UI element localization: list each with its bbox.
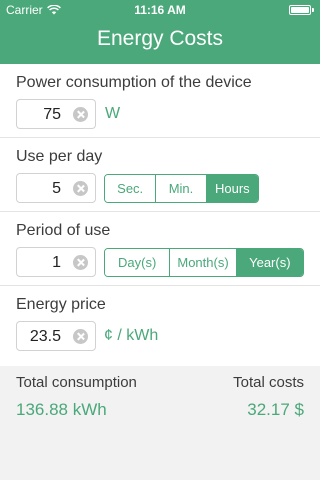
price-label: Energy price <box>16 296 106 313</box>
clear-icon[interactable] <box>73 107 88 122</box>
power-value: 75 <box>43 106 61 123</box>
use-per-day-value: 5 <box>52 180 61 197</box>
total-consumption-label: Total consumption <box>16 374 137 391</box>
period-input[interactable]: 1 <box>16 247 96 277</box>
status-bar: Carrier 11:16 AM <box>0 0 320 20</box>
price-input[interactable]: 23.5 <box>16 321 96 351</box>
segment-seconds[interactable]: Sec. <box>105 175 157 202</box>
period-value: 1 <box>52 254 61 271</box>
period-label: Period of use <box>16 222 111 239</box>
clear-icon[interactable] <box>73 329 88 344</box>
page-title: Energy Costs <box>96 27 224 50</box>
battery-icon <box>289 5 314 15</box>
clear-icon[interactable] <box>73 181 88 196</box>
power-unit: W <box>105 105 121 122</box>
price-section: Energy price 23.5 ¢ / kWh <box>0 286 320 366</box>
use-per-day-input[interactable]: 5 <box>16 173 96 203</box>
power-label: Power consumption of the device <box>16 74 252 91</box>
price-value: 23.5 <box>29 328 61 345</box>
nav-header: Carrier 11:16 AM Energy Costs <box>0 0 320 64</box>
segment-years[interactable]: Year(s) <box>236 249 303 276</box>
results-panel: Total consumption 136.88 kWh Total costs… <box>0 366 320 480</box>
use-per-day-section: Use per day 5 Sec. Min. Hours <box>0 138 320 212</box>
time-unit-segmented-control: Sec. Min. Hours <box>104 174 259 203</box>
segment-minutes[interactable]: Min. <box>156 175 207 202</box>
total-costs-label: Total costs <box>233 374 304 391</box>
status-time: 11:16 AM <box>134 3 186 17</box>
clear-icon[interactable] <box>73 255 88 270</box>
segment-hours[interactable]: Hours <box>206 175 258 202</box>
power-input[interactable]: 75 <box>16 99 96 129</box>
total-consumption-value: 136.88 kWh <box>16 400 107 419</box>
segment-months[interactable]: Month(s) <box>170 249 237 276</box>
period-section: Period of use 1 Day(s) Month(s) Year(s) <box>0 212 320 286</box>
use-per-day-label: Use per day <box>16 148 103 165</box>
segment-days[interactable]: Day(s) <box>105 249 171 276</box>
total-costs-value: 32.17 $ <box>247 400 304 419</box>
price-unit: ¢ / kWh <box>104 327 159 344</box>
power-section: Power consumption of the device 75 W <box>0 64 320 138</box>
period-unit-segmented-control: Day(s) Month(s) Year(s) <box>104 248 304 277</box>
